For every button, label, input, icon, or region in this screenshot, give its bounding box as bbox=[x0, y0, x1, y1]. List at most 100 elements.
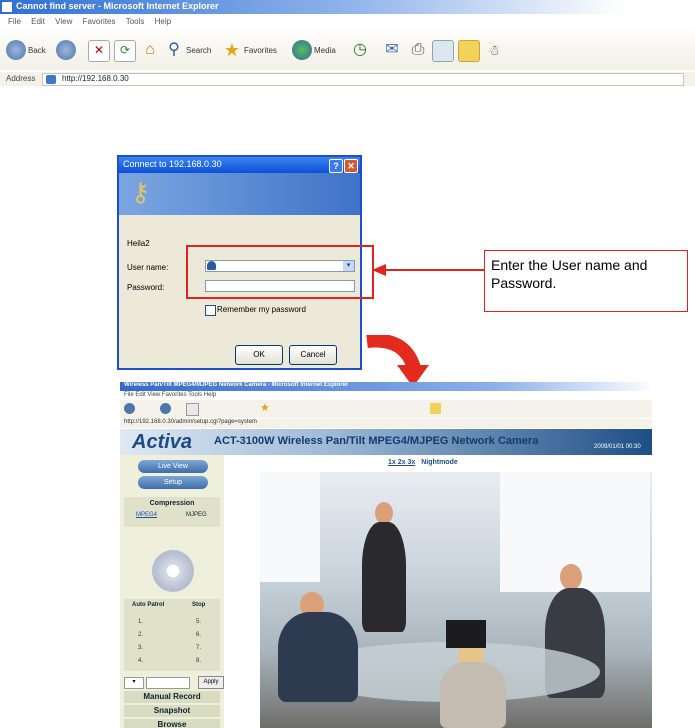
menu-tools[interactable]: Tools bbox=[126, 17, 145, 26]
browse-button[interactable]: Browse bbox=[124, 719, 220, 728]
preset-3[interactable]: 3. bbox=[138, 645, 143, 651]
back-icon[interactable] bbox=[6, 40, 26, 60]
close-button[interactable]: ✕ bbox=[344, 159, 358, 173]
laptop bbox=[446, 620, 486, 648]
menu-favorites[interactable]: Favorites bbox=[83, 17, 116, 26]
preset-2[interactable]: 2. bbox=[138, 632, 143, 638]
snapshot-button[interactable]: Snapshot bbox=[124, 705, 220, 717]
cam-forward-icon[interactable] bbox=[160, 403, 171, 414]
page-icon bbox=[46, 75, 56, 84]
person-front bbox=[440, 662, 506, 728]
stop-label[interactable]: Stop bbox=[192, 602, 205, 608]
zoom-levels[interactable]: 1x 2x 3x bbox=[388, 459, 415, 466]
mjpeg-link[interactable]: MJPEG bbox=[186, 512, 207, 518]
menu-help[interactable]: Help bbox=[155, 17, 171, 26]
media-label[interactable]: Media bbox=[314, 46, 336, 55]
ie-address-bar: Address http://192.168.0.30 bbox=[0, 72, 695, 86]
help-button[interactable]: ? bbox=[329, 159, 343, 173]
camera-address[interactable]: http://192.168.0.30/admin/setup.cgi?page… bbox=[120, 419, 257, 425]
menu-view[interactable]: View bbox=[55, 17, 72, 26]
favorites-icon[interactable]: ★ bbox=[222, 40, 242, 60]
remember-checkbox[interactable] bbox=[205, 305, 216, 316]
camera-menu: File Edit View Favorites Tools Help bbox=[124, 392, 217, 398]
activa-logo: Activa bbox=[132, 431, 193, 453]
preset-input[interactable] bbox=[146, 677, 190, 689]
camera-model: ACT-3100W Wireless Pan/Tilt MPEG4/MJPEG … bbox=[214, 435, 539, 447]
setup-button[interactable]: Setup bbox=[138, 476, 208, 489]
cam-folder-icon[interactable] bbox=[430, 403, 441, 414]
forward-icon[interactable] bbox=[56, 40, 76, 60]
remember-label[interactable]: Remember my password bbox=[217, 305, 306, 314]
address-label: Address bbox=[6, 74, 36, 83]
window-left bbox=[260, 472, 320, 582]
preset-7[interactable]: 7. bbox=[196, 645, 201, 651]
stop-icon[interactable]: ✕ bbox=[88, 40, 110, 62]
mpeg4-link[interactable]: MPEG4 bbox=[136, 512, 157, 518]
mail-icon[interactable]: ✉ bbox=[382, 40, 402, 60]
ptz-control[interactable] bbox=[152, 550, 194, 592]
callout-box: Enter the User name and Password. bbox=[484, 250, 688, 312]
cam-back-icon[interactable] bbox=[124, 403, 135, 414]
auto-patrol-label[interactable]: Auto Patrol bbox=[132, 602, 164, 608]
camera-toolbar: ★ bbox=[120, 400, 652, 418]
ok-button[interactable]: OK bbox=[235, 345, 283, 365]
login-title-bar: Connect to 192.168.0.30 ? ✕ bbox=[119, 157, 360, 173]
person-standing bbox=[362, 522, 406, 632]
login-title: Connect to 192.168.0.30 bbox=[123, 159, 222, 169]
live-view-button[interactable]: Live View bbox=[138, 460, 208, 473]
search-icon[interactable]: ⚲ bbox=[164, 40, 184, 60]
nightmode-link[interactable]: Nightmode bbox=[421, 459, 458, 466]
preset-6[interactable]: 6. bbox=[196, 632, 201, 638]
keys-icon: ⚷ bbox=[131, 177, 151, 207]
camera-datetime: 2009/01/01 00:30 bbox=[594, 444, 641, 450]
menu-edit[interactable]: Edit bbox=[31, 17, 45, 26]
manual-record-button[interactable]: Manual Record bbox=[124, 691, 220, 703]
compression-section: Compression MPEG4 MJPEG bbox=[124, 497, 220, 527]
preset-1[interactable]: 1. bbox=[138, 619, 143, 625]
cam-favorites-icon[interactable]: ★ bbox=[260, 403, 271, 414]
search-label[interactable]: Search bbox=[186, 46, 211, 55]
menu-file[interactable]: File bbox=[8, 17, 21, 26]
camera-header: Activa ACT-3100W Wireless Pan/Tilt MPEG4… bbox=[120, 429, 652, 455]
cancel-button[interactable]: Cancel bbox=[289, 345, 337, 365]
ie-window-icon bbox=[2, 2, 12, 12]
camera-window: Wireless Pan/Tilt MPEG4/MJPEG Network Ca… bbox=[120, 382, 652, 728]
refresh-icon[interactable]: ⟳ bbox=[114, 40, 136, 62]
camera-video bbox=[260, 472, 652, 728]
camera-sidebar: Live View Setup Compression MPEG4 MJPEG … bbox=[120, 455, 224, 728]
address-input[interactable] bbox=[42, 73, 684, 86]
person-right-head bbox=[560, 564, 582, 590]
callout-arrow bbox=[372, 264, 484, 276]
username-label: User name: bbox=[127, 263, 169, 272]
edit-icon[interactable] bbox=[432, 40, 454, 62]
camera-title: Wireless Pan/Tilt MPEG4/MJPEG Network Ca… bbox=[120, 382, 652, 391]
ie-title-bar: Cannot find server - Microsoft Internet … bbox=[0, 0, 695, 14]
cam-stop-icon[interactable] bbox=[186, 403, 199, 416]
preset-select[interactable]: ▾ bbox=[124, 677, 144, 689]
password-label: Password: bbox=[127, 283, 165, 292]
history-icon[interactable]: ◷ bbox=[350, 40, 370, 60]
media-icon[interactable] bbox=[292, 40, 312, 60]
ie-menu-bar: File Edit View Favorites Tools Help bbox=[0, 15, 695, 29]
person-left bbox=[278, 612, 358, 702]
realm-text: Heila2 bbox=[127, 239, 150, 248]
preset-5[interactable]: 5. bbox=[196, 619, 201, 625]
login-banner: ⚷ bbox=[119, 173, 360, 215]
ie-toolbar: Back ✕ ⟳ ⌂ ⚲ Search ★ Favorites Media ◷ … bbox=[0, 30, 695, 70]
print-icon[interactable]: ⎙ bbox=[408, 40, 428, 60]
preset-8[interactable]: 8. bbox=[196, 658, 201, 664]
preset-4[interactable]: 4. bbox=[138, 658, 143, 664]
home-icon[interactable]: ⌂ bbox=[140, 40, 160, 60]
person-standing-head bbox=[375, 502, 393, 524]
callout-text: Enter the User name and Password. bbox=[491, 257, 648, 291]
back-label[interactable]: Back bbox=[28, 46, 46, 55]
folder-icon[interactable] bbox=[458, 40, 480, 62]
compression-label: Compression bbox=[149, 500, 195, 507]
favorites-label[interactable]: Favorites bbox=[244, 46, 277, 55]
patrol-section: Auto Patrol Stop 1. 5. 2. 6. 3. 7. 4. 8. bbox=[124, 599, 220, 671]
apply-button[interactable]: Apply bbox=[198, 676, 224, 689]
credentials-highlight bbox=[186, 245, 374, 299]
zoom-bar: 1x 2x 3x Nightmode bbox=[388, 459, 458, 466]
camera-address-bar: http://192.168.0.30/admin/setup.cgi?page… bbox=[120, 419, 652, 428]
messenger-icon[interactable]: ☃ bbox=[484, 40, 504, 60]
